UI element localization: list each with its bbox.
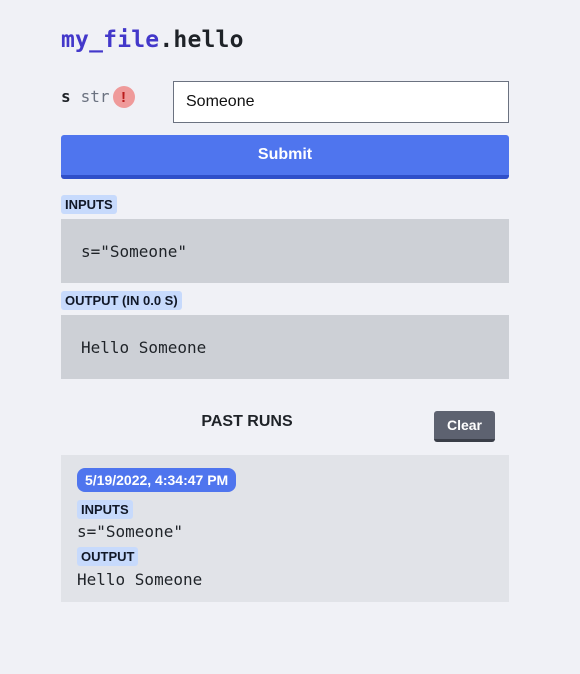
page-title: my_file.hello (61, 27, 244, 53)
submit-button[interactable]: Submit (61, 135, 509, 179)
page: my_file.hello s str ! Submit INPUTS s="S… (0, 0, 580, 674)
inputs-box: s="Someone" (61, 219, 509, 283)
past-runs-title: PAST RUNS (201, 413, 293, 430)
run-inputs-tag: INPUTS (77, 500, 133, 519)
inputs-tag: INPUTS (61, 195, 117, 214)
param-type: str (80, 86, 110, 106)
module-name: my_file (61, 27, 160, 53)
param-label: s str ! (61, 84, 135, 108)
param-name: s (61, 86, 71, 106)
separator: . (159, 27, 174, 53)
run-output-value: Hello Someone (77, 570, 203, 589)
output-tag: OUTPUT (IN 0.0 S) (61, 291, 182, 310)
run-timestamp-badge: 5/19/2022, 4:34:47 PM (77, 468, 237, 492)
warning-icon: ! (112, 86, 135, 108)
past-run-card: 5/19/2022, 4:34:47 PM INPUTS s="Someone"… (61, 455, 509, 602)
inputs-value: s="Someone" (81, 241, 187, 261)
run-inputs-value: s="Someone" (77, 522, 183, 541)
output-box: Hello Someone (61, 315, 509, 379)
function-name: hello (173, 27, 244, 53)
output-value: Hello Someone (81, 337, 207, 357)
clear-button[interactable]: Clear (434, 411, 495, 442)
run-output-tag: OUTPUT (77, 547, 139, 566)
s-input[interactable] (173, 81, 509, 123)
